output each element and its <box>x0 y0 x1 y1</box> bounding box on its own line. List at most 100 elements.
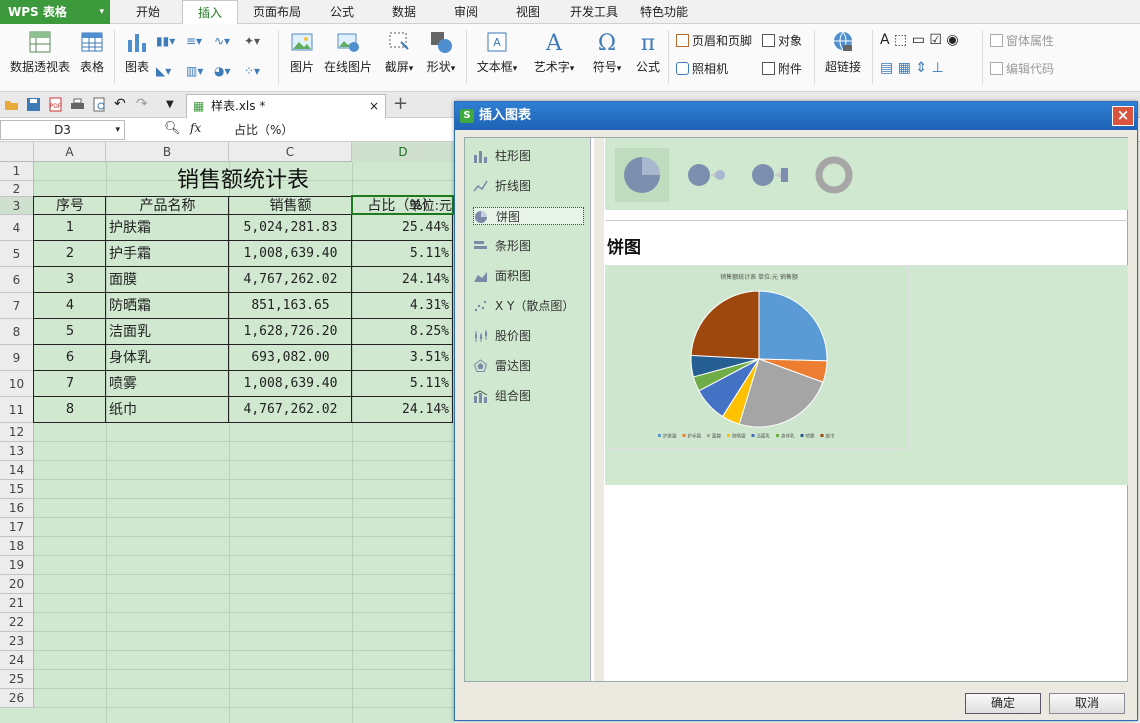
zoom-search-icon[interactable]: 🔍︎ <box>164 121 181 136</box>
chart-button[interactable]: 图表 <box>120 30 154 75</box>
formula-input[interactable]: 占比（%） <box>234 121 293 139</box>
row-header-18[interactable]: 18 <box>0 537 34 556</box>
cell-index[interactable]: 8 <box>34 397 106 423</box>
bar-of-pie-subtype-icon[interactable] <box>743 148 797 202</box>
pie-chart-dropdown[interactable]: ◕▾ <box>214 64 231 78</box>
header-cell-product[interactable]: 产品名称 <box>106 197 229 215</box>
print-icon[interactable] <box>70 97 85 112</box>
menu-tab-features[interactable]: 特色功能 <box>636 0 692 24</box>
cell-sales[interactable]: 1,628,726.20 <box>229 319 352 345</box>
combobox-control-icon[interactable]: ▦ <box>898 60 911 76</box>
cell-index[interactable]: 3 <box>34 267 106 293</box>
scatter-chart-dropdown[interactable]: ⁘▾ <box>244 64 260 78</box>
undo-icon[interactable]: ↶ <box>114 97 129 112</box>
header-footer-button[interactable]: 页眉和页脚 <box>676 32 752 49</box>
column-header-a[interactable]: A <box>34 142 106 162</box>
cell-share[interactable]: 5.11% <box>352 241 449 267</box>
pie-of-pie-subtype-icon[interactable] <box>679 148 733 202</box>
cell-sales[interactable]: 1,008,639.40 <box>229 371 352 397</box>
wps-app-button[interactable]: WPS 表格 ▾ <box>0 0 110 24</box>
dialog-title-bar[interactable]: S 插入图表 × <box>455 102 1137 130</box>
table-button[interactable]: 表格 <box>76 30 108 75</box>
menu-tab-review[interactable]: 审阅 <box>446 0 486 24</box>
chart-type-scatter[interactable]: X Y（散点图） <box>473 297 574 315</box>
select-all-corner[interactable] <box>0 142 34 162</box>
name-box[interactable]: D3 ▾ <box>0 120 125 140</box>
row-header-8[interactable]: 8 <box>0 319 34 345</box>
column-header-d[interactable]: D <box>352 142 455 162</box>
row-header-21[interactable]: 21 <box>0 594 34 613</box>
line-chart-dropdown[interactable]: ∿▾ <box>214 34 230 48</box>
menu-tab-page-layout[interactable]: 页面布局 <box>248 0 306 24</box>
row-header-4[interactable]: 4 <box>0 215 34 241</box>
frame-control-icon[interactable]: ⬚ <box>894 32 907 48</box>
cell-index[interactable]: 6 <box>34 345 106 371</box>
row-header-24[interactable]: 24 <box>0 651 34 670</box>
menu-tab-data[interactable]: 数据 <box>384 0 424 24</box>
row-header-22[interactable]: 22 <box>0 613 34 632</box>
cell-sales[interactable]: 4,767,262.02 <box>229 397 352 423</box>
menu-tab-developer[interactable]: 开发工具 <box>566 0 622 24</box>
cell-sales[interactable]: 693,082.00 <box>229 345 352 371</box>
cell-sales[interactable]: 1,008,639.40 <box>229 241 352 267</box>
radar-chart-dropdown[interactable]: ✦▾ <box>244 34 260 48</box>
camera-button[interactable]: 照相机 <box>676 60 728 77</box>
row-header-26[interactable]: 26 <box>0 689 34 708</box>
save-icon[interactable] <box>26 97 41 112</box>
sheet-title[interactable]: 销售额统计表 <box>34 165 452 197</box>
cell-product[interactable]: 护手霜 <box>109 241 229 267</box>
cell-share[interactable]: 24.14% <box>352 267 449 293</box>
chart-type-stock[interactable]: 股价图 <box>473 327 531 345</box>
cell-sales[interactable]: 851,163.65 <box>229 293 352 319</box>
screenshot-button[interactable]: 截屏▾ <box>380 30 418 75</box>
cell-index[interactable]: 5 <box>34 319 106 345</box>
row-header-19[interactable]: 19 <box>0 556 34 575</box>
picture-button[interactable]: 图片 <box>286 30 318 75</box>
row-header-6[interactable]: 6 <box>0 267 34 293</box>
label-control-icon[interactable]: A <box>880 32 890 48</box>
chart-type-bar[interactable]: 条形图 <box>473 237 531 255</box>
row-header-1[interactable]: 1 <box>0 162 34 181</box>
scrollbar-control-icon[interactable]: ⊥ <box>932 60 944 76</box>
spinner-control-icon[interactable]: ⇕ <box>915 60 927 76</box>
cell-share[interactable]: 25.44% <box>352 215 449 241</box>
row-header-11[interactable]: 11 <box>0 397 34 423</box>
attachment-button[interactable]: 附件 <box>762 60 802 77</box>
radio-control-icon[interactable]: ◉ <box>946 32 958 48</box>
row-header-20[interactable]: 20 <box>0 575 34 594</box>
symbol-button[interactable]: Ω 符号▾ <box>588 30 626 75</box>
quick-access-dropdown-icon[interactable]: ▼ <box>166 97 181 112</box>
chart-type-area[interactable]: 面积图 <box>473 267 531 285</box>
chart-type-pie[interactable]: 饼图 <box>473 207 584 225</box>
cell-share[interactable]: 8.25% <box>352 319 449 345</box>
redo-icon[interactable]: ↷ <box>136 97 151 112</box>
row-header-7[interactable]: 7 <box>0 293 34 319</box>
cell-product[interactable]: 面膜 <box>109 267 229 293</box>
hyperlink-button[interactable]: 超链接 <box>820 30 866 75</box>
object-button[interactable]: 对象 <box>762 32 802 49</box>
stock-chart-dropdown[interactable]: ▥▾ <box>186 64 203 78</box>
cell-index[interactable]: 2 <box>34 241 106 267</box>
cell-product[interactable]: 洁面乳 <box>109 319 229 345</box>
cell-product[interactable]: 防晒霜 <box>109 293 229 319</box>
menu-tab-insert[interactable]: 插入 <box>182 0 238 24</box>
pivot-table-button[interactable]: 数据透视表 <box>6 30 74 75</box>
chart-type-line[interactable]: 折线图 <box>473 177 531 195</box>
document-tab[interactable]: ▦ 样表.xls * × <box>186 94 386 118</box>
chart-type-radar[interactable]: 雷达图 <box>473 357 531 375</box>
cell-sales[interactable]: 4,767,262.02 <box>229 267 352 293</box>
row-header-10[interactable]: 10 <box>0 371 34 397</box>
row-header-2[interactable]: 2 <box>0 181 34 197</box>
textbox-button[interactable]: A 文本框▾ <box>472 30 522 75</box>
edit-code-button[interactable]: 编辑代码 <box>990 60 1054 77</box>
area-chart-dropdown[interactable]: ◣▾ <box>156 64 171 78</box>
dialog-close-button[interactable]: × <box>1112 106 1134 126</box>
control-properties-button[interactable]: 窗体属性 <box>990 32 1054 49</box>
online-picture-button[interactable]: 在线图片 <box>322 30 374 75</box>
wordart-button[interactable]: A 艺术字▾ <box>528 30 580 75</box>
cell-share[interactable]: 3.51% <box>352 345 449 371</box>
menu-tab-home[interactable]: 开始 <box>128 0 168 24</box>
cell-share[interactable]: 24.14% <box>352 397 449 423</box>
row-header-25[interactable]: 25 <box>0 670 34 689</box>
export-pdf-icon[interactable]: PDF <box>48 97 63 112</box>
